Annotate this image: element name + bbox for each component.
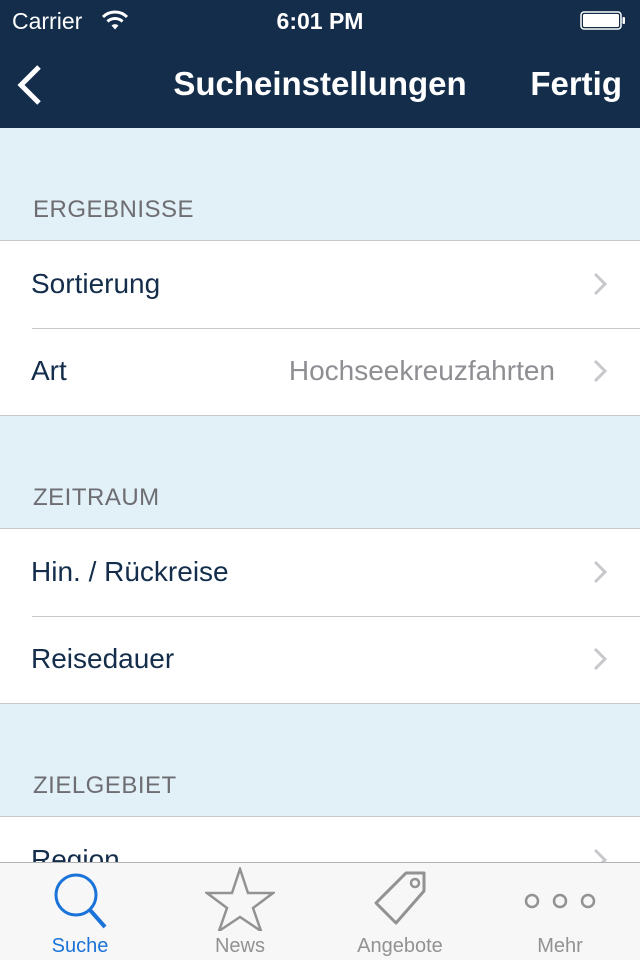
row-label: Region (31, 844, 120, 862)
row-label: Reisedauer (31, 643, 175, 674)
tab-label: Suche (51, 935, 109, 957)
chevron-right-icon (593, 560, 608, 584)
row-label: Hin. / Rückreise (31, 556, 229, 587)
row-label: Art (31, 355, 67, 386)
section-header-zeitraum: ZEITRAUM (33, 484, 160, 511)
tab-label: Angebote (357, 935, 443, 957)
tab-label: Mehr (537, 935, 583, 957)
chevron-right-icon (593, 647, 608, 671)
chevron-right-icon (593, 359, 608, 383)
section-zeitraum: Hin. / Rückreise Reisedauer (0, 528, 640, 704)
row-reisedauer[interactable]: Reisedauer (0, 616, 640, 703)
section-zielgebiet: Region (0, 816, 640, 862)
tag-icon (374, 871, 426, 925)
chevron-right-icon (593, 848, 608, 862)
chevron-right-icon (593, 272, 608, 296)
tab-bar: Suche News Angebote Mehr (0, 862, 640, 960)
settings-list[interactable]: ERGEBNISSE Sortierung Art Hochseekreuzfa… (0, 128, 640, 862)
done-button[interactable]: Fertig (530, 65, 622, 103)
more-icon (524, 893, 596, 909)
search-icon (54, 873, 107, 929)
tab-mehr[interactable]: Mehr (480, 863, 640, 960)
row-art[interactable]: Art Hochseekreuzfahrten (0, 328, 640, 415)
row-region[interactable]: Region (0, 817, 640, 862)
row-hin-rueckreise[interactable]: Hin. / Rückreise (0, 529, 640, 616)
tab-suche[interactable]: Suche (0, 863, 160, 960)
clock: 6:01 PM (276, 8, 364, 34)
section-header-ergebnisse: ERGEBNISSE (33, 196, 195, 223)
tab-news[interactable]: News (160, 863, 320, 960)
navigation-bar: Sucheinstellungen Fertig (0, 40, 640, 128)
star-icon (205, 867, 275, 931)
section-ergebnisse: Sortierung Art Hochseekreuzfahrten (0, 240, 640, 416)
row-label: Sortierung (31, 268, 161, 299)
row-value: Hochseekreuzfahrten (288, 355, 555, 386)
section-header-zielgebiet: ZIELGEBIET (33, 772, 177, 799)
status-bar: Carrier 6:01 PM (0, 0, 640, 40)
tab-angebote[interactable]: Angebote (320, 863, 480, 960)
top-bar: Carrier 6:01 PM Sucheinstellungen Fertig (0, 0, 640, 128)
battery-icon (580, 11, 625, 30)
tab-label: News (214, 935, 265, 957)
row-sortierung[interactable]: Sortierung (0, 241, 640, 328)
